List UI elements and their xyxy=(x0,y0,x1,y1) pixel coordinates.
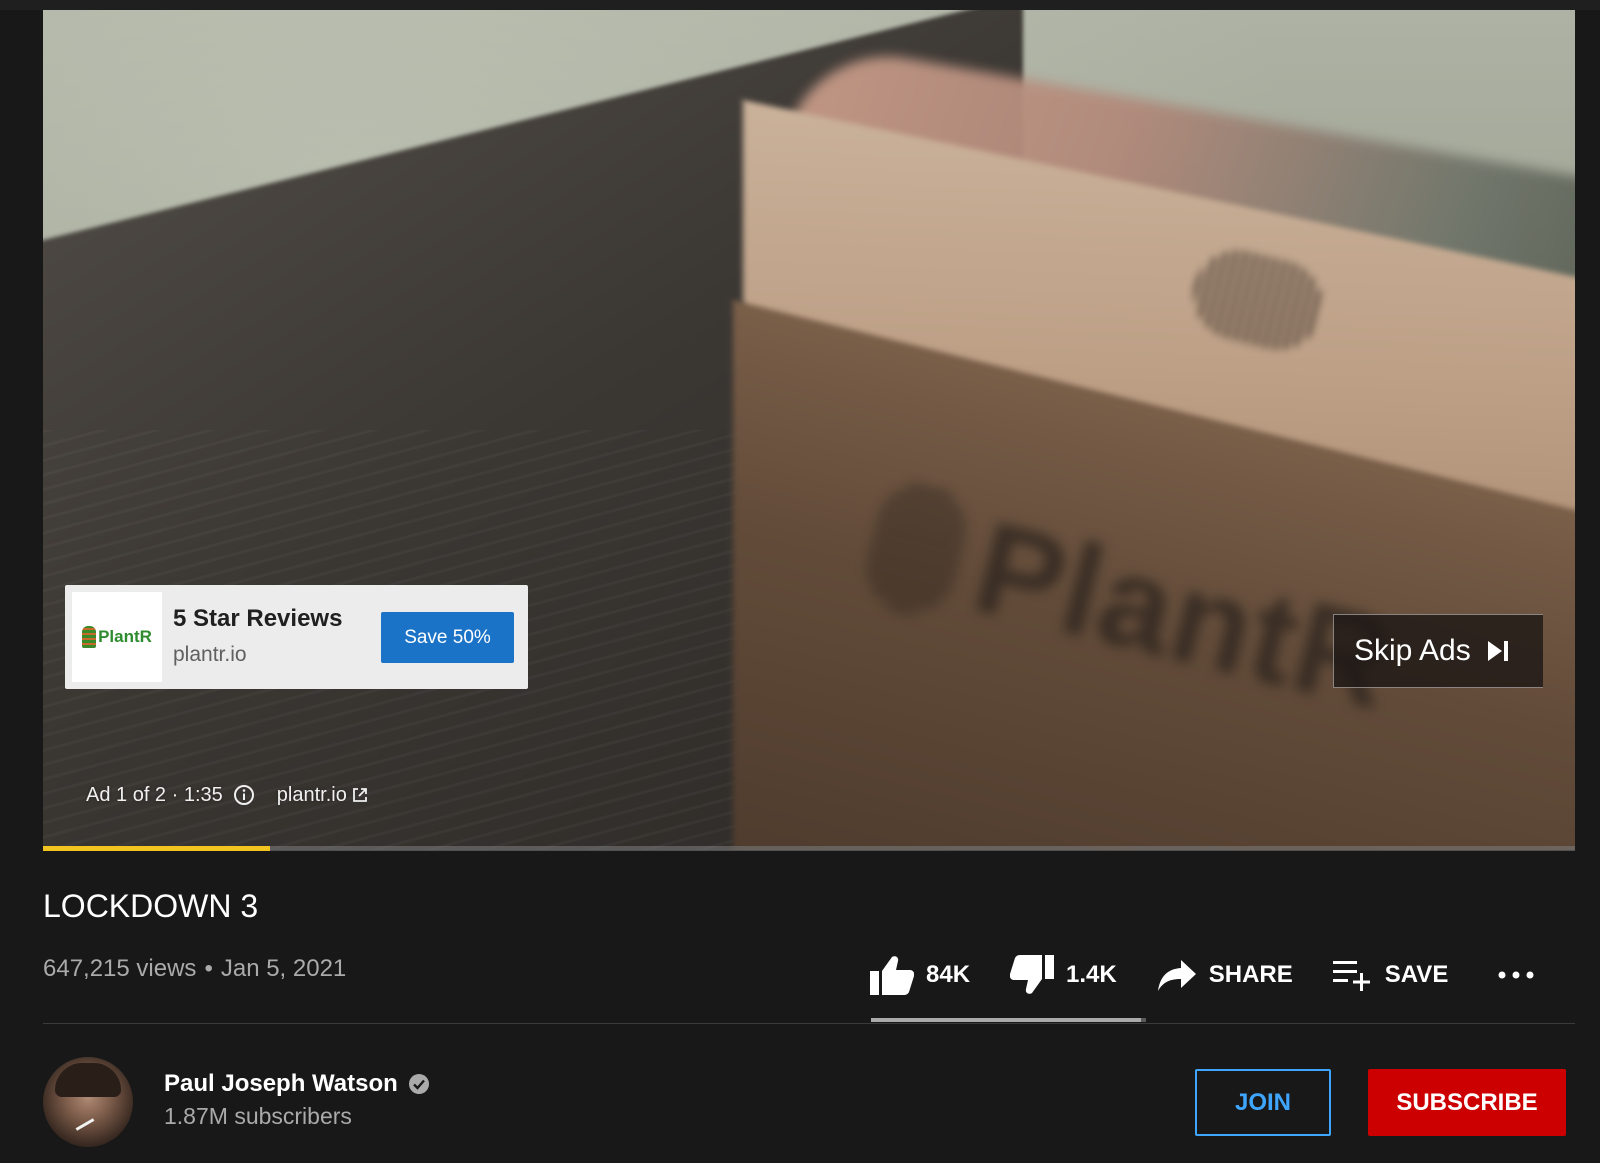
join-button[interactable]: JOIN xyxy=(1195,1069,1331,1136)
ad-logo[interactable]: PlantR xyxy=(72,592,162,682)
like-button[interactable]: 84K xyxy=(870,955,970,995)
skip-ads-label: Skip Ads xyxy=(1354,634,1471,667)
video-actions: 84K 1.4K SHARE SAVE xyxy=(870,950,1536,1000)
ad-info-text: Ad 1 of 2 · 1:35 xyxy=(86,783,223,806)
plantr-leaf-icon xyxy=(82,626,97,648)
ad-info-bar: Ad 1 of 2 · 1:35 plantr.io xyxy=(86,780,368,810)
dislike-button[interactable]: 1.4K xyxy=(1010,955,1117,995)
avatar-hair xyxy=(55,1063,121,1097)
share-arrow-icon xyxy=(1157,958,1197,992)
ad-progress-bar[interactable] xyxy=(43,846,1575,851)
thumbs-up-icon xyxy=(870,955,914,995)
channel-name[interactable]: Paul Joseph Watson xyxy=(164,1070,430,1098)
ad-site-link[interactable]: plantr.io xyxy=(277,784,347,807)
thumbs-down-icon xyxy=(1010,955,1055,995)
sentiment-bar xyxy=(871,1018,1146,1022)
channel-name-text: Paul Joseph Watson xyxy=(164,1070,398,1097)
ad-logo-brand: PlantR xyxy=(98,627,152,646)
verified-icon xyxy=(408,1073,430,1095)
avatar-cigarette xyxy=(75,1118,95,1131)
meta-separator: • xyxy=(204,955,213,982)
ad-title[interactable]: 5 Star Reviews xyxy=(173,605,342,633)
ad-progress-fill xyxy=(43,846,270,851)
ad-url[interactable]: plantr.io xyxy=(173,643,247,667)
skip-next-icon xyxy=(1485,638,1511,664)
subscriber-count: 1.87M subscribers xyxy=(164,1103,352,1129)
video-meta: 647,215 views • Jan 5, 2021 xyxy=(43,955,346,983)
publish-date: Jan 5, 2021 xyxy=(220,955,347,982)
dislike-count: 1.4K xyxy=(1066,961,1117,988)
video-title: LOCKDOWN 3 xyxy=(43,888,259,924)
sentiment-bar-fill xyxy=(871,1018,1141,1022)
skip-ads-button[interactable]: Skip Ads xyxy=(1333,614,1543,688)
subscribe-button[interactable]: SUBSCRIBE xyxy=(1368,1069,1566,1136)
divider xyxy=(43,1023,1575,1024)
playlist-add-icon xyxy=(1332,959,1373,991)
save-button[interactable]: SAVE xyxy=(1332,959,1449,991)
ad-overlay-card[interactable]: PlantR 5 Star Reviews plantr.io Save 50% xyxy=(65,585,528,689)
top-strip xyxy=(0,0,1600,10)
more-icon[interactable] xyxy=(1496,970,1536,980)
share-label: SHARE xyxy=(1208,961,1293,988)
like-count: 84K xyxy=(926,961,971,988)
channel-avatar[interactable] xyxy=(43,1057,133,1147)
share-button[interactable]: SHARE xyxy=(1157,958,1293,992)
external-link-icon[interactable] xyxy=(352,787,368,803)
info-icon[interactable] xyxy=(233,784,255,806)
view-count: 647,215 views xyxy=(43,955,197,982)
video-player[interactable]: PlantR PlantR 5 Star Reviews plantr.io S… xyxy=(43,10,1575,850)
save-label: SAVE xyxy=(1384,961,1449,988)
ad-cta-button[interactable]: Save 50% xyxy=(381,612,514,663)
